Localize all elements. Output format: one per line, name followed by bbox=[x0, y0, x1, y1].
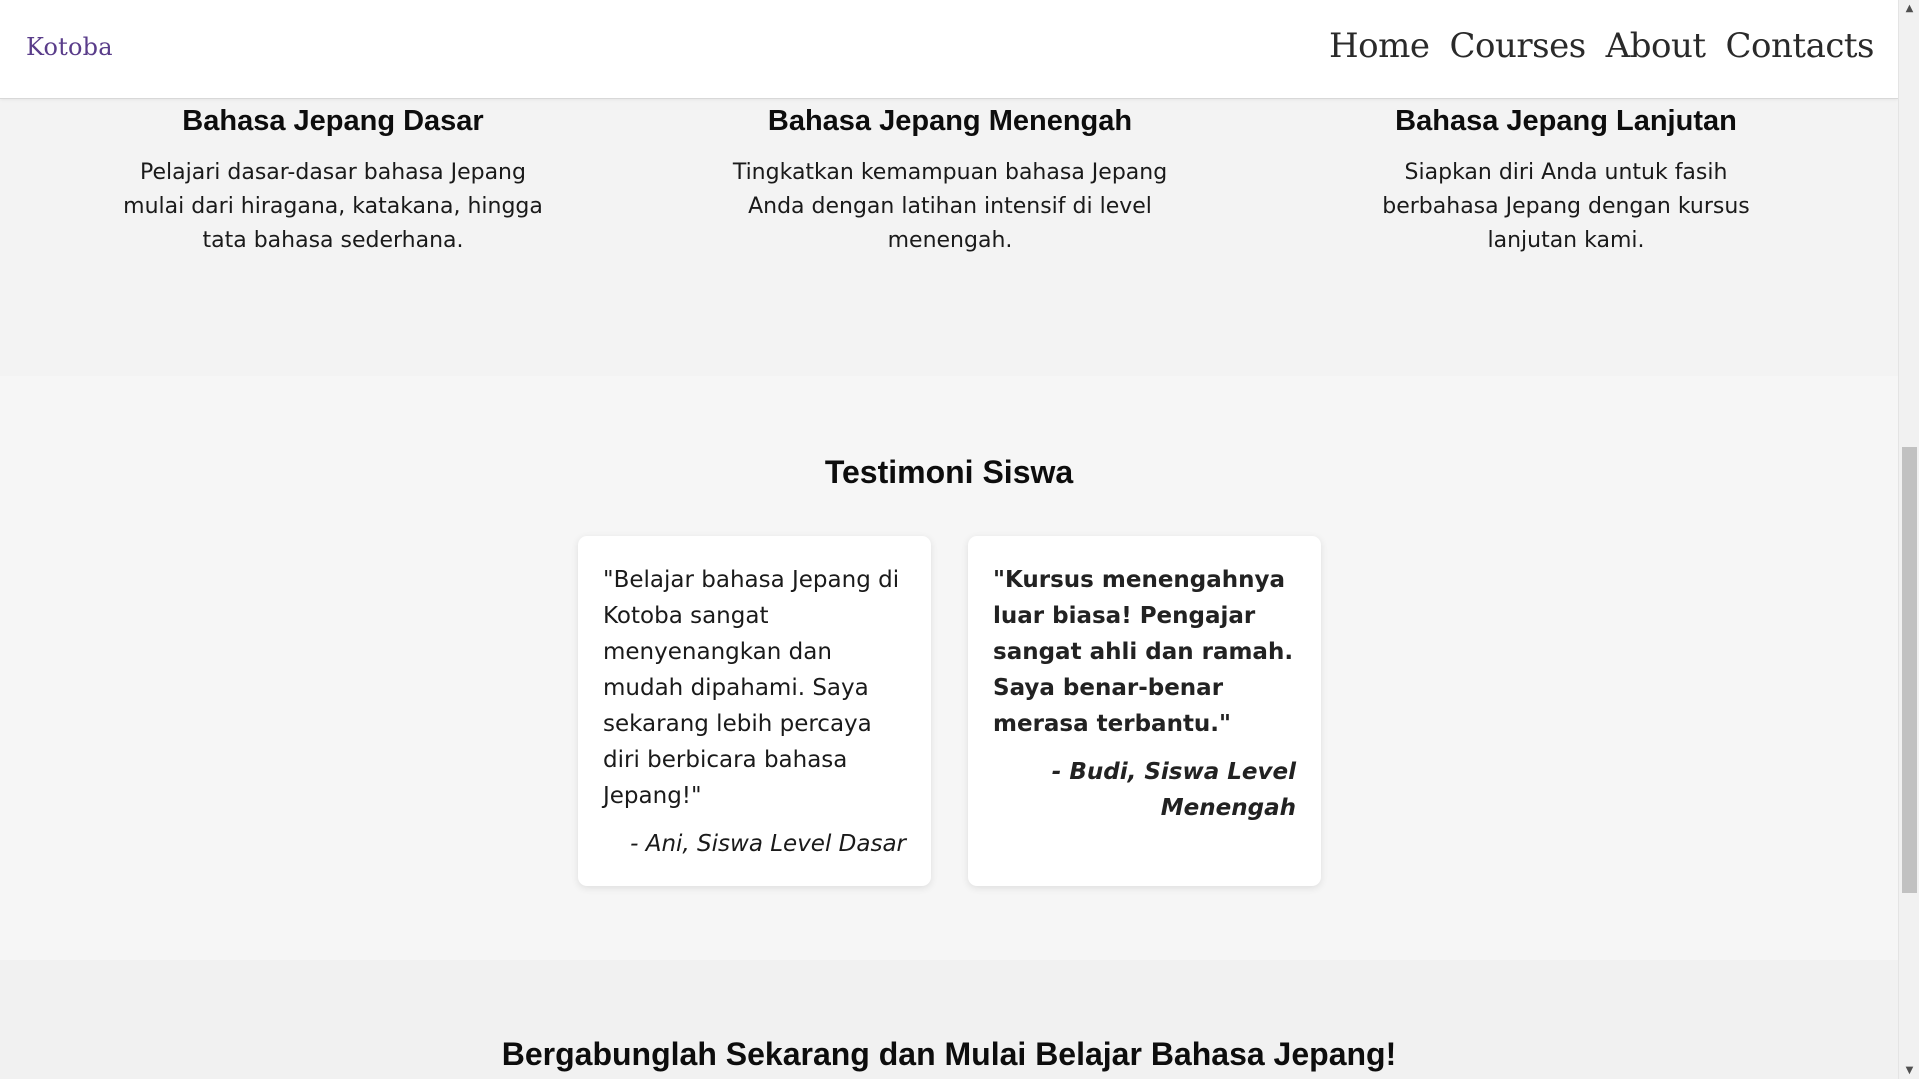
course-description: Pelajari dasar-dasar bahasa Jepang mulai… bbox=[123, 160, 543, 253]
testimonial-card-budi: "Kursus menengahnya luar biasa! Pengajar… bbox=[968, 536, 1321, 886]
brand-logo[interactable]: Kotoba bbox=[26, 33, 113, 61]
testimonial-author: - Budi, Siswa Level Menengah bbox=[1051, 759, 1296, 821]
course-description: Siapkan diri Anda untuk fasih berbahasa … bbox=[1382, 160, 1750, 253]
nav-link-home[interactable]: Home bbox=[1329, 26, 1430, 66]
navbar: Kotoba Home Courses About Contacts bbox=[0, 0, 1898, 99]
vertical-scrollbar[interactable]: ▲ ▼ bbox=[1898, 0, 1919, 1079]
nav-link-about[interactable]: About bbox=[1606, 26, 1706, 66]
course-card-menengah: Bahasa Jepang Menengah Tingkatkan kemamp… bbox=[715, 99, 1185, 258]
course-card-dasar: Bahasa Jepang Dasar Pelajari dasar-dasar… bbox=[98, 99, 568, 258]
scrollbar-thumb[interactable] bbox=[1902, 447, 1917, 893]
nav-link-contacts[interactable]: Contacts bbox=[1726, 26, 1875, 66]
course-title: Bahasa Jepang Dasar bbox=[182, 105, 484, 137]
join-section: Bergabunglah Sekarang dan Mulai Belajar … bbox=[0, 960, 1898, 1079]
testimonial-quote: "Belajar bahasa Jepang di Kotoba sangat … bbox=[603, 567, 900, 809]
testimonial-card-ani: "Belajar bahasa Jepang di Kotoba sangat … bbox=[578, 536, 931, 886]
nav-menu: Home Courses About Contacts bbox=[1329, 26, 1874, 66]
nav-link-courses[interactable]: Courses bbox=[1450, 26, 1587, 66]
testimonials-section: Testimoni Siswa "Belajar bahasa Jepang d… bbox=[0, 376, 1898, 960]
testimonials-title: Testimoni Siswa bbox=[824, 454, 1074, 490]
join-title: Bergabunglah Sekarang dan Mulai Belajar … bbox=[501, 1036, 1397, 1072]
course-description: Tingkatkan kemampuan bahasa Jepang Anda … bbox=[732, 160, 1168, 253]
testimonial-author: - Ani, Siswa Level Dasar bbox=[630, 831, 906, 857]
testimonial-quote: "Kursus menengahnya luar biasa! Pengajar… bbox=[993, 567, 1294, 737]
courses-section: Bahasa Jepang Dasar Pelajari dasar-dasar… bbox=[0, 99, 1898, 376]
scroll-down-arrow-icon[interactable]: ▼ bbox=[1899, 1062, 1919, 1079]
page: Kotoba Home Courses About Contacts Bahas… bbox=[0, 0, 1898, 1079]
scroll-up-arrow-icon[interactable]: ▲ bbox=[1899, 0, 1919, 17]
course-title: Bahasa Jepang Menengah bbox=[767, 105, 1133, 137]
course-title: Bahasa Jepang Lanjutan bbox=[1395, 105, 1737, 137]
course-card-lanjutan: Bahasa Jepang Lanjutan Siapkan diri Anda… bbox=[1331, 99, 1801, 258]
